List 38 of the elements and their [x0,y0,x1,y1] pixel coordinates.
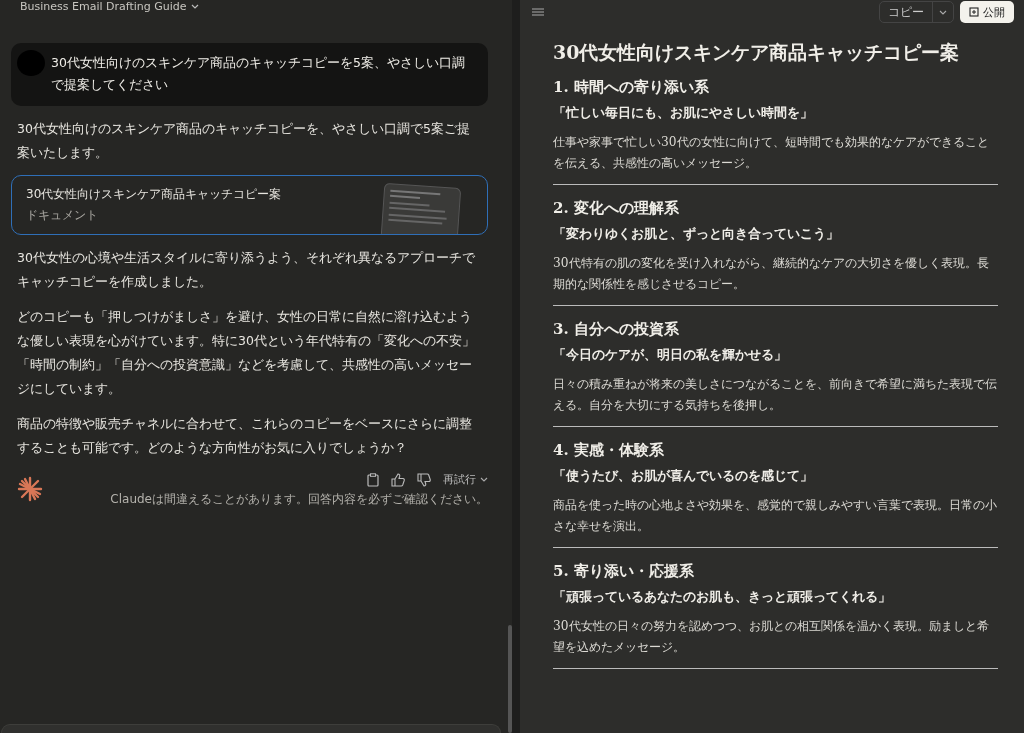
chevron-down-icon [480,476,488,483]
catchphrase-text: 「今日のケアが、明日の私を輝かせる」 [553,347,788,364]
sparkle-logo-icon [17,476,43,502]
publish-icon [969,7,979,17]
catchphrase-text: 「変わりゆくお肌と、ずっと向き合っていこう」 [553,226,840,243]
retry-button[interactable]: 再試行 [443,472,488,487]
section-description: 30代特有の肌の変化を受け入れながら、継続的なケアの大切さを優しく表現。長期的な関係性を感じさせるコピー。 [553,255,990,293]
disclaimer-text: Claudeは間違えることがあります。回答内容を必ずご確認ください。 [110,491,488,508]
publish-button[interactable]: 公開 [960,1,1014,23]
copy-icon[interactable] [367,472,379,487]
section-heading: 4. 実感・体験系 [553,441,665,460]
catchphrase-text: 「使うたび、お肌が喜んでいるのを感じて」 [553,468,814,485]
catchphrase-text: 「頑張っているあなたのお肌も、きっと頑張ってくれる」 [553,589,892,606]
section-heading: 2. 変化への理解系 [553,199,680,218]
section-description: 仕事や家事で忙しい30代の女性に向けて、短時間でも効果的なケアができることを伝える、共感性の高いメッセージ。 [553,134,990,172]
document-card-title: 30代女性向けスキンケア商品キャッチコピー案 [26,186,282,203]
user-message-text: 30代女性向けのスキンケア商品のキャッチコピーを5案、やさしい口調で提案してください [51,54,466,94]
response-text: 商品の特徴や販売チャネルに合わせて、これらのコピーをベースにさらに調整することも可能です。どのような方向性がお気に入りでしょうか？ [17,415,473,457]
document-card-subtitle: ドキュメント [26,207,99,224]
section-heading: 1. 時間への寄り添い系 [553,78,710,97]
section-description: 30代女性の日々の努力を認めつつ、お肌との相互関係を温かく表現。励ましと希望を込めたメッセージ。 [553,618,990,656]
section-description: 商品を使った時の心地よさや効果を、感覚的で親しみやすい言葉で表現。日常の小さな幸せを演出。 [553,497,998,535]
response-text: 30代女性向けのスキンケア商品のキャッチコピーを、やさしい口調で5案ご提案いたします。 [17,120,471,162]
list-icon[interactable] [532,8,544,16]
response-text: 30代女性の心境や生活スタイルに寄り添うよう、それぞれ異なるアプローチでキャッチコピーを作成しました。 [17,249,476,291]
thumbs-down-icon[interactable] [417,472,431,487]
section-heading: 3. 自分への投資系 [553,320,680,339]
section-heading: 5. 寄り添い・応援系 [553,562,695,581]
conversation-title[interactable]: Business Email Drafting Guide [20,1,187,13]
catchphrase-text: 「忙しい毎日にも、お肌にやさしい時間を」 [553,105,814,122]
chevron-down-icon [190,4,199,10]
document-card[interactable]: 30代女性向けスキンケア商品キャッチコピー案 ドキュメント [11,175,488,235]
section-description: 日々の積み重ねが将来の美しさにつながることを、前向きで希望に満ちた表現で伝える。自分を大切にする気持ちを後押し。 [553,376,998,414]
chevron-down-icon [939,10,947,16]
thumbs-up-icon[interactable] [391,472,405,487]
scrollbar-thumb[interactable] [508,625,512,733]
document-title: 30代女性向けスキンケア商品キャッチコピー案 [553,40,961,65]
response-text: どのコピーも「押しつけがましさ」を避け、女性の日常に自然に溶け込むような優しい表現を心がけています。特に30代という年代特有の「変化への不安」「時間の制約」「自分への投資意識」などを考慮して、共感性の高いメッセージにしています。 [17,308,476,398]
